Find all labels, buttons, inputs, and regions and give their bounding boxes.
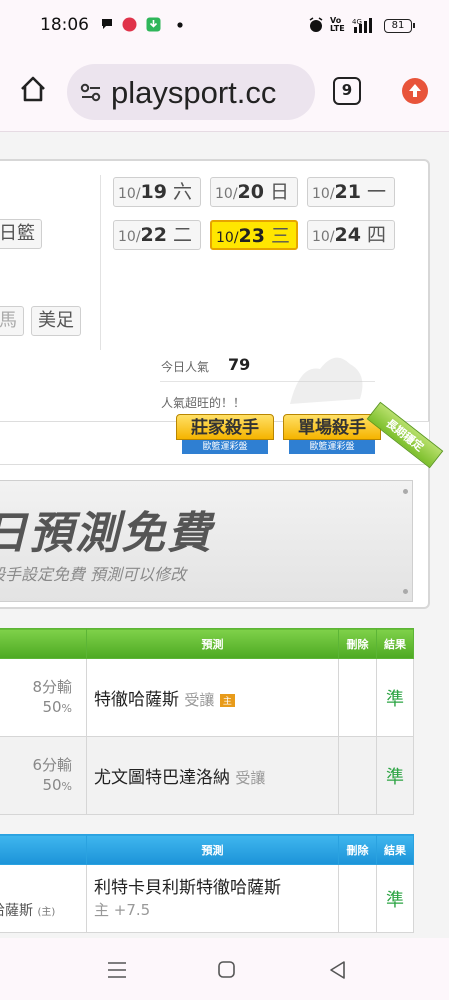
header-result: 結果 [376,834,414,865]
table-header: 預測 刪除 結果 [0,628,414,659]
team-name: 特徹哈薩斯 [94,690,179,710]
battery-icon: 81 [384,19,415,33]
panel-divider [100,175,101,350]
sport-chip-football[interactable]: 美足 [31,306,81,336]
popularity-value: 79 [228,355,251,374]
pct-value: 50 [42,697,62,716]
date-chip-1024[interactable]: 10/24 四 [307,220,395,250]
delete-cell[interactable] [338,736,377,815]
mascot-watermark-icon [280,344,370,414]
header-predict: 預測 [86,628,339,659]
home-tag: (主) [37,906,56,918]
header-delete: 刪除 [338,834,377,865]
tab-switcher-button[interactable]: 9 [333,77,361,105]
menu-icon[interactable] [106,960,128,980]
url-text: playsport.cc [111,75,277,110]
loss-text: 8分輸 [32,677,72,696]
left-team: 哈薩斯 [0,902,33,919]
dot-icon [176,17,184,33]
line-text: 主 +7.5 [94,900,151,919]
back-triangle-icon[interactable] [328,960,348,980]
date-chip-1019[interactable]: 10/19 六 [113,177,201,207]
corner-dot [403,589,408,594]
result-cell: 準 [376,736,414,815]
result-cell: 準 [376,864,414,933]
result-cell: 準 [376,658,414,737]
table-row: 哈薩斯 (主) 利特卡貝利斯特徹哈薩斯 主 +7.5 準 [0,864,414,933]
table-row: 6分輸 50% 尤文圖特巴達洛納 受讓 準 [0,736,414,815]
delete-cell[interactable] [338,864,377,933]
home-icon[interactable] [18,74,48,104]
team-name: 尤文圖特巴達洛納 [94,768,230,788]
corner-dot [403,489,408,494]
date-chip-1023-selected[interactable]: 10/23 三 [210,220,298,250]
notification-app-icon [122,17,137,33]
update-arrow-icon[interactable] [402,78,428,104]
delete-cell[interactable] [338,658,377,737]
table-header: 預測 刪除 結果 [0,834,414,865]
web-page: 10/19 六 10/20 日 10/21 一 10/22 二 10/23 三 … [0,132,449,938]
free-prediction-banner[interactable]: 日預測免費 殺手設定免費 預測可以修改 [0,480,413,602]
prediction-table-green: 預測 刪除 結果 8分輸 50% 特徹哈薩斯 受讓 主 準 6分輸 50% 尤文… [0,628,414,815]
date-chip-1022[interactable]: 10/22 二 [113,220,201,250]
alarm-icon [308,17,324,33]
sport-chip-horse[interactable]: 馬 [0,306,24,336]
banner-subtitle: 殺手設定免費 預測可以修改 [0,565,187,584]
table-row: 8分輸 50% 特徹哈薩斯 受讓 主 準 [0,658,414,737]
team-name: 利特卡貝利斯特徹哈薩斯 [94,877,281,898]
single-game-killer-badge[interactable]: 單場殺手 歐籃運彩盤 [283,414,381,460]
popularity-note: 人氣超旺的！！ [161,396,246,410]
address-bar[interactable]: playsport.cc [67,64,315,120]
chat-bubble-icon [100,17,114,33]
sport-chip-basketball[interactable]: 日籃 [0,219,42,249]
prediction-table-blue: 預測 刪除 結果 哈薩斯 (主) 利特卡貝利斯特徹哈薩斯 主 +7.5 準 [0,834,414,933]
header-predict: 預測 [86,834,339,865]
browser-toolbar: playsport.cc 9 [0,52,449,132]
banker-killer-badge[interactable]: 莊家殺手 歐籃運彩盤 [176,414,274,460]
signal-4g-icon: 4G [352,17,378,33]
home-tag: 主 [219,693,235,707]
site-settings-icon[interactable] [80,83,102,103]
header-result: 結果 [376,628,414,659]
handicap-text: 受讓 [235,769,266,787]
date-chip-1020[interactable]: 10/20 日 [210,177,298,207]
popularity-label: 今日人氣 [161,360,210,374]
status-time: 18:06 [40,15,89,35]
loss-text: 6分輸 [32,755,72,774]
pct-value: 50 [42,775,62,794]
header-delete: 刪除 [338,628,377,659]
banner-title: 日預測免費 [0,508,213,559]
handicap-text: 受讓 [184,691,215,709]
date-chip-1021[interactable]: 10/21 一 [307,177,395,207]
home-square-icon[interactable] [217,960,237,980]
system-nav-bar [0,938,449,1000]
volte-icon: Vo LTE [330,16,345,33]
status-bar: 18:06 Vo LTE 4G 81 [0,0,449,52]
download-app-icon [146,17,161,33]
